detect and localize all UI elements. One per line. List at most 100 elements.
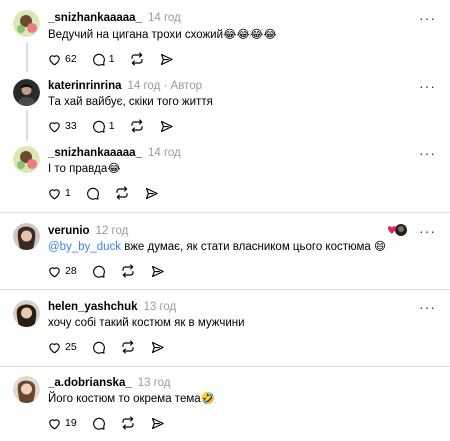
username[interactable]: verunio bbox=[48, 225, 90, 237]
comment-header: verunio 12 год bbox=[48, 224, 128, 238]
thread-line bbox=[26, 42, 28, 72]
like-count: 1 bbox=[65, 187, 71, 199]
comment-item: _snizhankaaaaa_ 14 год ··· І то правда😂 1 bbox=[0, 142, 450, 211]
repost-icon bbox=[120, 263, 136, 279]
avatar[interactable] bbox=[13, 79, 40, 106]
action-bar: 62 1 bbox=[47, 51, 188, 67]
like-button[interactable]: 28 bbox=[47, 264, 77, 279]
repost-icon bbox=[120, 415, 136, 431]
repost-button[interactable] bbox=[120, 339, 136, 355]
repost-button[interactable] bbox=[114, 185, 130, 201]
like-button[interactable]: 19 bbox=[47, 416, 77, 431]
heart-icon bbox=[47, 52, 62, 67]
avatar[interactable] bbox=[13, 300, 40, 327]
like-count: 28 bbox=[65, 265, 77, 277]
like-button[interactable]: 25 bbox=[47, 340, 77, 355]
avatar[interactable] bbox=[13, 10, 40, 37]
like-count: 19 bbox=[65, 417, 77, 429]
repost-button[interactable] bbox=[120, 263, 136, 279]
reply-button[interactable]: 1 bbox=[91, 119, 115, 134]
comment-bubble-icon bbox=[91, 416, 106, 431]
share-button[interactable] bbox=[150, 264, 165, 279]
liked-by-avatars[interactable] bbox=[386, 223, 408, 237]
username[interactable]: helen_yashchuk bbox=[48, 301, 137, 313]
timestamp[interactable]: 13 год bbox=[138, 377, 171, 389]
comment-bubble-icon bbox=[91, 119, 106, 134]
share-button[interactable] bbox=[144, 186, 159, 201]
reply-count: 1 bbox=[108, 53, 115, 65]
heart-icon bbox=[47, 416, 62, 431]
timestamp[interactable]: 13 год bbox=[143, 301, 176, 313]
comment-item: verunio 12 год ··· @by_by_duck вже думає,… bbox=[0, 213, 450, 289]
send-icon bbox=[150, 340, 165, 355]
reply-button[interactable] bbox=[85, 186, 100, 201]
reply-button[interactable] bbox=[91, 340, 106, 355]
comment-text: І то правда😂 bbox=[48, 163, 121, 175]
comment-item: _snizhankaaaaa_ 14 год ··· Ведучий на циг… bbox=[0, 0, 450, 74]
repost-button[interactable] bbox=[120, 415, 136, 431]
comment-bubble-icon bbox=[91, 52, 106, 67]
comment-item: _a.dobrianska_ 13 год Його костюм то окре… bbox=[0, 367, 450, 441]
share-button[interactable] bbox=[150, 340, 165, 355]
comment-item: helen_yashchuk 13 год ··· хочу собі такий… bbox=[0, 290, 450, 366]
comment-header: _snizhankaaaaa_ 14 год bbox=[48, 146, 181, 160]
username[interactable]: katerinrinrina bbox=[48, 80, 122, 92]
comment-header: _snizhankaaaaa_ 14 год bbox=[48, 11, 181, 25]
comment-bubble-icon bbox=[91, 340, 106, 355]
thread-line bbox=[26, 110, 28, 141]
username[interactable]: _a.dobrianska_ bbox=[48, 377, 132, 389]
heart-icon bbox=[47, 119, 62, 134]
comment-header: _a.dobrianska_ 13 год bbox=[48, 376, 171, 390]
action-bar: 1 bbox=[47, 185, 173, 201]
repost-icon bbox=[114, 185, 130, 201]
username[interactable]: _snizhankaaaaa_ bbox=[48, 12, 142, 24]
like-button[interactable]: 1 bbox=[47, 186, 71, 201]
reply-button[interactable] bbox=[91, 264, 106, 279]
repost-icon bbox=[120, 339, 136, 355]
more-dots-icon[interactable]: ··· bbox=[419, 224, 436, 238]
share-button[interactable] bbox=[159, 119, 174, 134]
avatar[interactable] bbox=[13, 223, 40, 250]
comment-item: katerinrinrina 14 год · Автор ··· Та хай … bbox=[0, 74, 450, 142]
repost-icon bbox=[129, 51, 145, 67]
reply-button[interactable] bbox=[91, 416, 106, 431]
like-button[interactable]: 62 bbox=[47, 52, 77, 67]
heart-icon bbox=[47, 186, 62, 201]
avatar[interactable] bbox=[13, 146, 40, 173]
like-button[interactable]: 33 bbox=[47, 119, 77, 134]
reply-count: 1 bbox=[108, 120, 115, 132]
share-button[interactable] bbox=[150, 416, 165, 431]
timestamp[interactable]: 14 год bbox=[148, 12, 181, 24]
share-button[interactable] bbox=[159, 52, 174, 67]
heart-icon bbox=[47, 264, 62, 279]
timestamp[interactable]: 12 год bbox=[96, 225, 129, 237]
comment-text: Його костюм то окрема тема🤣 bbox=[48, 393, 215, 405]
like-count: 25 bbox=[65, 341, 77, 353]
mention-link[interactable]: @by_by_duck bbox=[48, 241, 121, 253]
reply-button[interactable]: 1 bbox=[91, 52, 115, 67]
more-dots-icon[interactable]: ··· bbox=[419, 300, 436, 314]
repost-button[interactable] bbox=[129, 118, 145, 134]
repost-button[interactable] bbox=[129, 51, 145, 67]
heart-icon bbox=[47, 340, 62, 355]
more-dots-icon[interactable]: ··· bbox=[419, 79, 436, 93]
send-icon bbox=[159, 52, 174, 67]
send-icon bbox=[150, 416, 165, 431]
comment-text: Ведучий на цигана трохи схожий😂😂😂😂 bbox=[48, 29, 277, 41]
timestamp[interactable]: 14 год bbox=[128, 80, 161, 92]
comment-text: @by_by_duck вже думає, як стати власнико… bbox=[48, 240, 386, 255]
comment-text: Та хай вайбує, скіки того життя bbox=[48, 96, 213, 108]
comment-text-body: вже думає, як стати власником цього кост… bbox=[121, 241, 386, 253]
like-count: 33 bbox=[65, 120, 77, 132]
like-count: 62 bbox=[65, 53, 77, 65]
repost-icon bbox=[129, 118, 145, 134]
username[interactable]: _snizhankaaaaa_ bbox=[48, 147, 142, 159]
avatar[interactable] bbox=[13, 376, 40, 403]
send-icon bbox=[144, 186, 159, 201]
timestamp[interactable]: 14 год bbox=[148, 147, 181, 159]
comment-header: katerinrinrina 14 год · Автор bbox=[48, 79, 202, 93]
send-icon bbox=[159, 119, 174, 134]
send-icon bbox=[150, 264, 165, 279]
more-dots-icon[interactable]: ··· bbox=[419, 146, 436, 160]
more-dots-icon[interactable]: ··· bbox=[419, 11, 436, 25]
